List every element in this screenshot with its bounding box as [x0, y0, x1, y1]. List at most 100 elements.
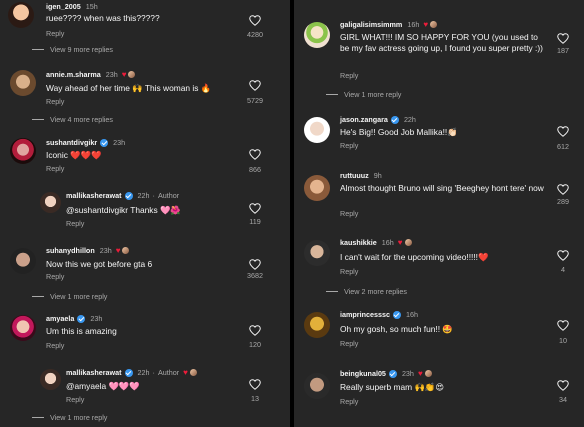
avatar[interactable] [10, 248, 36, 274]
reply-button[interactable]: Reply [66, 219, 84, 228]
reply-button[interactable]: Reply [340, 209, 358, 218]
timestamp: 23h [113, 138, 126, 147]
author-like-avatar [429, 20, 439, 29]
view-replies-button[interactable]: View 1 more reply [32, 292, 107, 301]
username[interactable]: igen_2005 [46, 2, 81, 11]
author-like-avatar [127, 70, 137, 79]
heart-outline-icon[interactable] [557, 182, 569, 195]
reply-button[interactable]: Reply [46, 29, 64, 38]
reply-button[interactable]: Reply [340, 397, 358, 406]
view-replies-button[interactable]: View 9 more replies [32, 45, 113, 54]
view-replies-button[interactable]: View 4 more replies [32, 115, 113, 124]
avatar[interactable] [304, 22, 330, 48]
reply-button[interactable]: Reply [340, 267, 358, 276]
like-count: 289 [557, 197, 569, 206]
view-replies-button[interactable]: View 2 more replies [326, 287, 407, 296]
author-like-avatar [403, 238, 413, 247]
reply-button[interactable]: Reply [46, 164, 64, 173]
heart-filled-icon: ♥ [423, 20, 429, 29]
reply-button[interactable]: Reply [340, 339, 358, 348]
reply-button[interactable]: Reply [340, 71, 358, 80]
timestamp: 15h [85, 2, 98, 11]
timestamp: 23h [401, 369, 414, 378]
comment-header: ruttuuuz 9h [340, 171, 382, 180]
view-replies-label: View 9 more replies [50, 45, 113, 54]
reply-button[interactable]: Reply [340, 141, 358, 150]
comment-header: amyaela 23h [46, 314, 102, 323]
separator-dot: · [152, 368, 155, 377]
comment-text: Way ahead of her time 🙌 This woman is 🔥 [46, 83, 212, 93]
comment-header: jason.zangara 22h [340, 115, 416, 124]
heart-outline-icon[interactable] [557, 378, 569, 391]
username[interactable]: sushantdivgikr [46, 138, 97, 147]
heart-outline-icon[interactable] [557, 248, 569, 261]
heart-outline-icon[interactable] [557, 124, 569, 137]
heart-outline-icon[interactable] [249, 377, 261, 390]
view-replies-label: View 1 more reply [50, 292, 108, 301]
like-count: 866 [249, 165, 261, 174]
avatar[interactable] [10, 315, 36, 341]
reply-button[interactable]: Reply [66, 395, 84, 404]
view-replies-label: View 1 more reply [50, 413, 108, 422]
heart-outline-icon[interactable] [249, 323, 261, 336]
comment-text: Really superb mam 🙌👏😍 [340, 382, 445, 392]
heart-outline-icon[interactable] [557, 318, 569, 331]
verified-badge-icon [100, 138, 109, 147]
avatar[interactable] [10, 138, 36, 164]
heart-outline-icon[interactable] [249, 257, 261, 270]
timestamp: 23h [99, 246, 112, 255]
comment-header: annie.m.sharma 23h ♥ [46, 70, 137, 79]
author-like-avatar [423, 369, 433, 378]
comment-header: igen_2005 15h [46, 2, 98, 11]
view-replies-button[interactable]: View 1 more reply [32, 413, 107, 422]
divider-line [32, 119, 44, 120]
heart-outline-icon[interactable] [249, 147, 261, 160]
username[interactable]: kaushikkie [340, 238, 377, 247]
username[interactable]: jason.zangara [340, 115, 388, 124]
author-like-avatar [188, 368, 198, 377]
avatar[interactable] [10, 70, 36, 96]
avatar[interactable] [304, 175, 330, 201]
username[interactable]: annie.m.sharma [46, 70, 101, 79]
verified-badge-icon [77, 314, 86, 323]
heart-outline-icon[interactable] [557, 31, 569, 44]
avatar[interactable] [304, 240, 330, 266]
heart-outline-icon[interactable] [249, 13, 261, 26]
avatar[interactable] [8, 2, 34, 28]
comment-screenshots: igen_2005 15h ruee???? when was this????? R… [0, 0, 584, 427]
username[interactable]: beingkunal05 [340, 369, 386, 378]
username[interactable]: mallikasherawat [66, 368, 122, 377]
avatar[interactable] [304, 373, 330, 399]
timestamp: 16h [405, 310, 418, 319]
comment-text: ruee???? when was this????? [46, 13, 160, 23]
reply-button[interactable]: Reply [46, 97, 64, 106]
comment-header: iamprincesssc 16h [340, 310, 418, 319]
reply-button[interactable]: Reply [46, 341, 64, 350]
avatar[interactable] [304, 312, 330, 338]
avatar[interactable] [40, 192, 61, 213]
reply-button[interactable]: Reply [46, 272, 64, 281]
username[interactable]: mallikasherawat [66, 191, 122, 200]
username[interactable]: suhanydhillon [46, 246, 95, 255]
view-replies-button[interactable]: View 1 more reply [326, 90, 401, 99]
avatar[interactable] [40, 369, 61, 390]
like-count: 13 [251, 394, 259, 403]
heart-filled-icon: ♥ [115, 246, 121, 255]
comment-header: galigalisimsimmm 16h ♥ [340, 20, 439, 29]
heart-outline-icon[interactable] [249, 78, 261, 91]
username[interactable]: galigalisimsimmm [340, 20, 402, 29]
comment-header: suhanydhillon 23h ♥ [46, 246, 131, 255]
heart-outline-icon[interactable] [249, 201, 261, 214]
like-count: 612 [557, 142, 569, 151]
timestamp: 16h [407, 20, 420, 29]
comment-header: beingkunal05 23h ♥ [340, 369, 433, 378]
username[interactable]: iamprincesssc [340, 310, 390, 319]
username[interactable]: amyaela [46, 314, 74, 323]
verified-badge-icon [124, 368, 133, 377]
avatar[interactable] [304, 117, 330, 143]
like-count: 34 [559, 395, 567, 404]
verified-badge-icon [392, 310, 401, 319]
username[interactable]: ruttuuuz [340, 171, 369, 180]
heart-filled-icon: ♥ [183, 368, 188, 377]
comment-header: mallikasherawat 22h · Author ♥ [66, 368, 198, 377]
